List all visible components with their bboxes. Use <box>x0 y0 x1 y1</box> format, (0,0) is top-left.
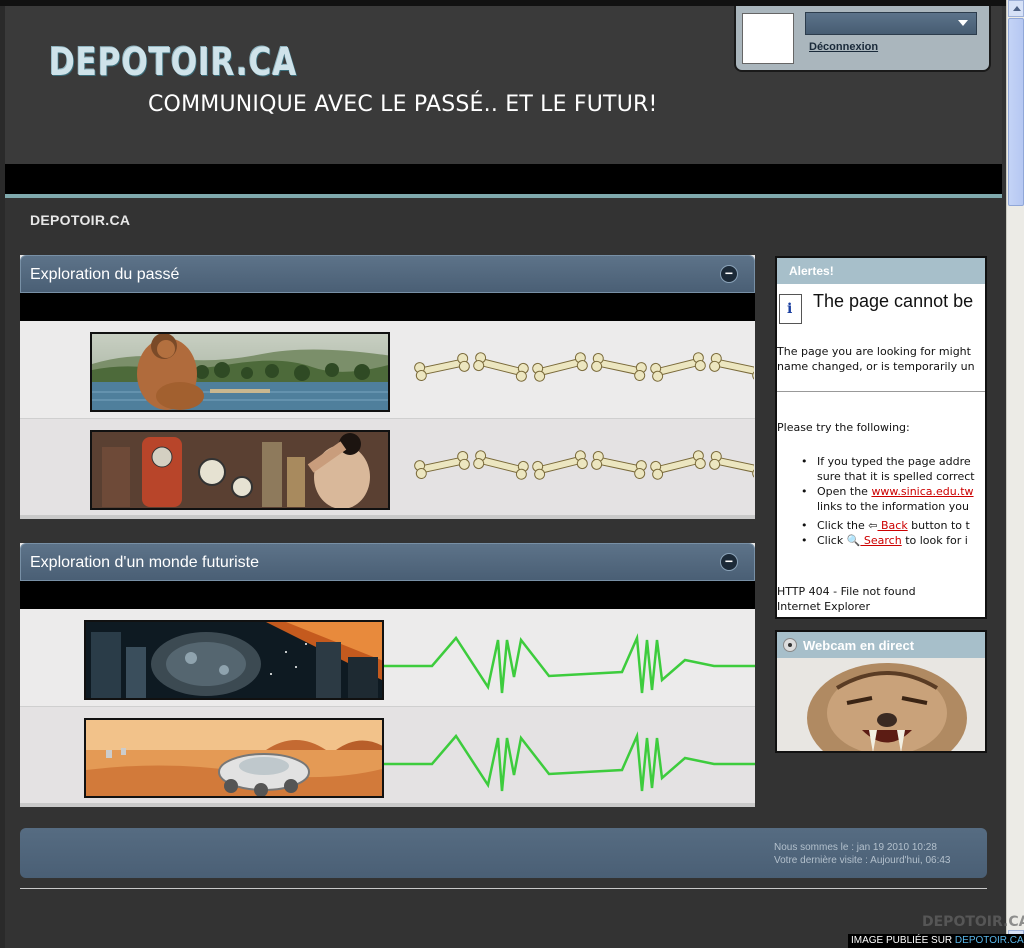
bones-decoration <box>413 351 754 383</box>
search-link[interactable]: Search <box>860 534 902 547</box>
alert-suggestion-list: If you typed the page addre sure that it… <box>799 454 975 548</box>
webcam-icon <box>783 638 797 652</box>
category-header: Exploration d'un monde futuriste − <box>20 543 755 581</box>
forum-row <box>20 707 755 807</box>
error-code: HTTP 404 - File not found <box>777 585 916 598</box>
category-subheader <box>20 293 755 321</box>
list-item: If you typed the page addre sure that it… <box>799 454 975 484</box>
divider <box>777 391 985 392</box>
last-visit: Votre dernière visite : Aujourd'hui, 06:… <box>774 855 951 866</box>
user-box: Déconnexion <box>734 6 991 72</box>
list-item: Click 🔍 Search to look for i <box>799 533 975 548</box>
category-future: Exploration d'un monde futuriste − <box>20 543 755 807</box>
forum-image-caveman[interactable] <box>90 332 390 412</box>
alert-message-line: name changed, or is temporarily un <box>777 360 975 373</box>
list-item-text: sure that it is spelled correct <box>817 470 975 483</box>
scroll-up-button[interactable] <box>1008 0 1024 17</box>
bones-decoration <box>413 449 754 481</box>
webcam-image-sabertooth[interactable] <box>777 658 987 753</box>
chevron-down-icon <box>958 20 968 26</box>
avatar[interactable] <box>742 13 794 64</box>
forum-image-space-city[interactable] <box>84 620 384 700</box>
category-title[interactable]: Exploration du passé <box>30 266 179 284</box>
watermark-site: DEPOTOIR.CA <box>954 935 1024 946</box>
document-info-icon: i <box>779 294 802 324</box>
site-logo[interactable]: DEPOTOIR.CA <box>49 40 297 84</box>
user-menu-select[interactable] <box>805 12 977 35</box>
alert-message-line: The page you are looking for might <box>777 345 971 358</box>
alert-content: i The page cannot be The page you are lo… <box>777 284 985 613</box>
webcam-box: Webcam en direct <box>775 630 987 753</box>
watermark-text: IMAGE PUBLIÉE SUR <box>851 935 955 946</box>
breadcrumb[interactable]: DEPOTOIR.CA <box>30 212 130 228</box>
alert-page-title: The page cannot be <box>813 291 974 311</box>
category-past: Exploration du passé − <box>20 255 755 519</box>
nav-strip <box>5 164 1002 194</box>
webcam-header: Webcam en direct <box>777 632 985 658</box>
list-item-text: to look for i <box>901 534 968 547</box>
list-item: Open the www.sinica.edu.tw links to the … <box>799 484 975 514</box>
category-title[interactable]: Exploration d'un monde futuriste <box>30 554 259 572</box>
alert-box: Alertes! i The page cannot be The page y… <box>775 256 987 619</box>
list-item: Click the ⇦ Back button to t <box>799 518 975 533</box>
alert-box-title: Alertes! <box>777 258 985 284</box>
category-header: Exploration du passé − <box>20 255 755 293</box>
collapse-icon[interactable]: − <box>720 265 738 283</box>
forum-image-mars[interactable] <box>84 718 384 798</box>
error-source: Internet Explorer <box>777 600 870 613</box>
alert-instructions: Please try the following: <box>777 421 910 434</box>
list-item-text: links to the information you <box>817 500 969 513</box>
alert-message: The page you are looking for might name … <box>777 344 975 374</box>
webcam-title: Webcam en direct <box>803 637 915 653</box>
forum-row <box>20 419 755 519</box>
sinica-link[interactable]: www.sinica.edu.tw <box>871 485 973 498</box>
forum-row <box>20 321 755 419</box>
back-arrow-icon: Click the ⇦ <box>817 519 878 532</box>
watermark-logo: DEPOTOIR.CA <box>922 914 1024 930</box>
divider <box>20 888 987 889</box>
search-icon: Click 🔍 <box>817 534 861 547</box>
scrollbar[interactable] <box>1006 0 1024 948</box>
logout-link[interactable]: Déconnexion <box>809 41 878 53</box>
nav-accent-line <box>5 194 1002 198</box>
forum-row <box>20 609 755 707</box>
forum-image-machine[interactable] <box>90 430 390 510</box>
current-time: Nous sommes le : jan 19 2010 10:28 <box>774 842 937 853</box>
site-tagline: COMMUNIQUE AVEC LE PASSÉ.. ET LE FUTUR! <box>148 92 658 117</box>
heartbeat-decoration <box>384 731 755 792</box>
forum-list <box>20 609 755 807</box>
list-item-text: If you typed the page addre <box>817 455 971 468</box>
stats-bar: Nous sommes le : jan 19 2010 10:28 Votre… <box>20 828 987 878</box>
scroll-thumb[interactable] <box>1008 18 1024 206</box>
forum-list <box>20 321 755 519</box>
list-item-text: Open the <box>817 485 872 498</box>
watermark: IMAGE PUBLIÉE SUR DEPOTOIR.CA <box>848 934 1024 948</box>
back-link[interactable]: Back <box>877 519 908 532</box>
collapse-icon[interactable]: − <box>720 553 738 571</box>
category-subheader <box>20 581 755 609</box>
list-item-text: button to t <box>907 519 970 532</box>
heartbeat-decoration <box>384 633 755 694</box>
